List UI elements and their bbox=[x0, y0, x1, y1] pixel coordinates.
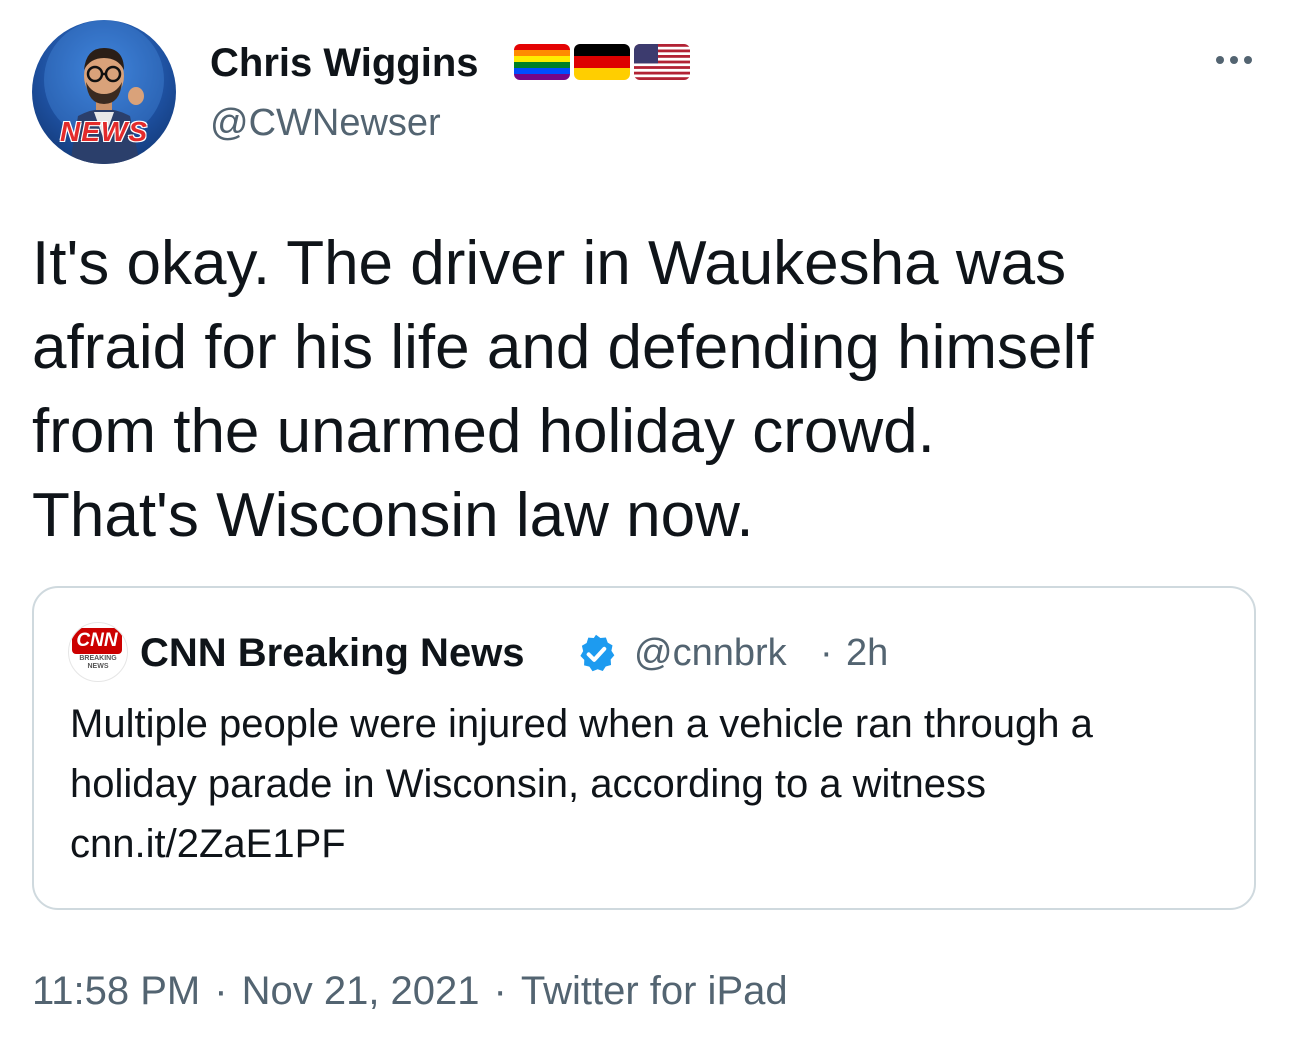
usa-flag-icon bbox=[634, 44, 690, 80]
tweet-text: It's okay. The driver in Waukesha was af… bbox=[32, 229, 1094, 550]
tweet-source[interactable]: Twitter for iPad bbox=[521, 966, 788, 1016]
tweet: NEWS Chris Wiggins @CWNewser It's okay. … bbox=[0, 0, 1298, 1058]
meta-separator: · bbox=[214, 969, 228, 1013]
rainbow-flag-icon bbox=[514, 44, 570, 80]
meta-separator: · bbox=[493, 969, 507, 1013]
author-handle[interactable]: @CWNewser bbox=[210, 99, 441, 147]
germany-flag-icon bbox=[574, 44, 630, 80]
cnn-logo-subtext: BREAKING NEWS bbox=[79, 655, 117, 670]
cnn-logo-text: CNN bbox=[72, 628, 122, 654]
tweet-meta: 11:58 PM · Nov 21, 2021 · Twitter for iPad bbox=[32, 966, 788, 1016]
tweet-time[interactable]: 11:58 PM bbox=[32, 966, 200, 1016]
author-display-name[interactable]: Chris Wiggins bbox=[210, 38, 479, 88]
author-avatar[interactable]: NEWS bbox=[32, 20, 176, 164]
more-options-icon[interactable] bbox=[1206, 42, 1262, 78]
avatar-news-badge: NEWS bbox=[60, 116, 148, 147]
quoted-tweet-text: Multiple people were injured when a vehi… bbox=[70, 702, 1093, 866]
cnn-logo-icon[interactable]: CNN BREAKING NEWS bbox=[68, 622, 128, 682]
quoted-separator: · bbox=[820, 632, 833, 674]
quoted-timestamp[interactable]: 2h bbox=[846, 628, 888, 678]
tweet-date[interactable]: Nov 21, 2021 bbox=[242, 966, 480, 1016]
quoted-tweet[interactable]: CNN BREAKING NEWS CNN Breaking News @cnn… bbox=[32, 586, 1256, 910]
verified-badge-icon bbox=[574, 632, 618, 676]
quoted-handle[interactable]: @cnnbrk bbox=[634, 628, 787, 678]
quoted-display-name[interactable]: CNN Breaking News bbox=[140, 628, 525, 678]
